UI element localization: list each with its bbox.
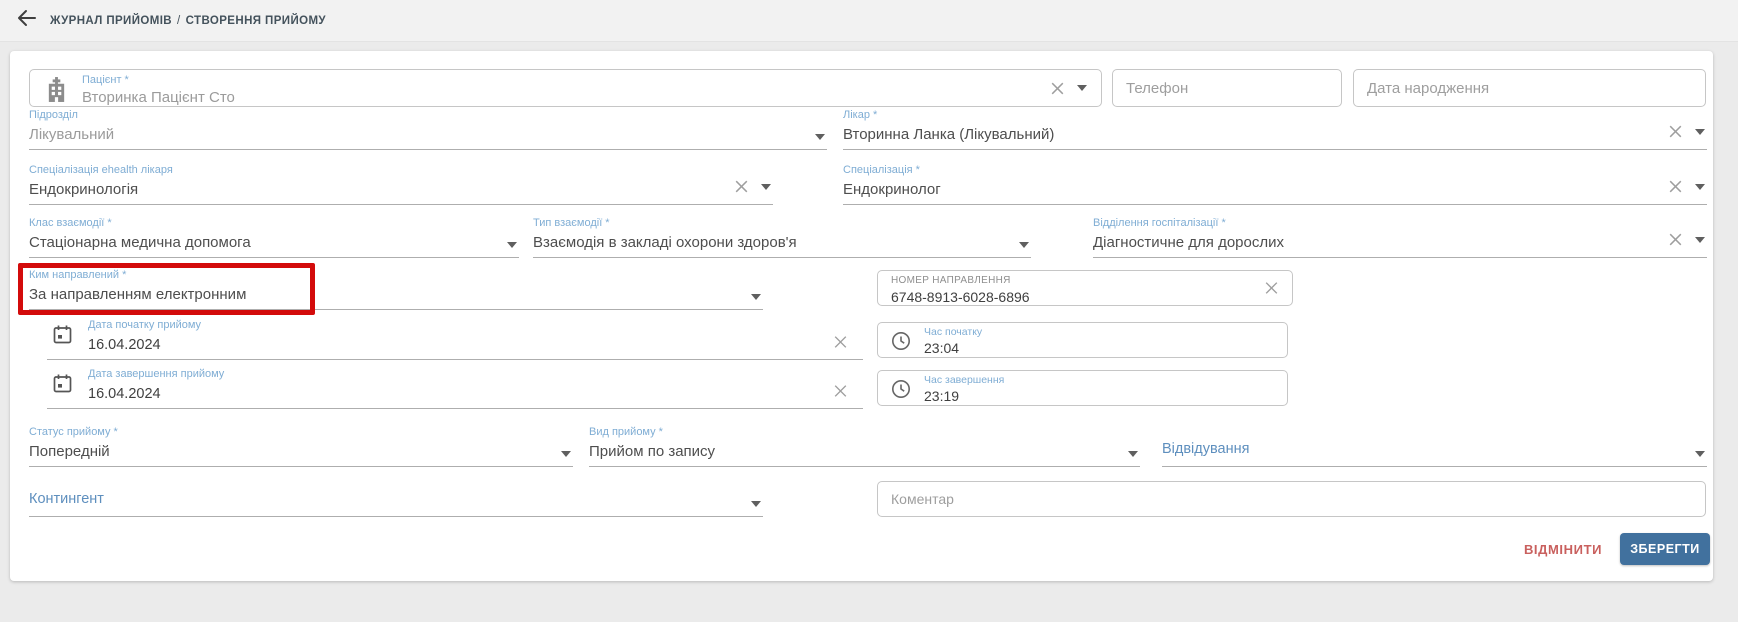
patient-value: Вторинка Пацієнт Сто bbox=[82, 88, 235, 108]
status-field[interactable]: Статус прийому * Попередній bbox=[29, 426, 573, 467]
start-time-value: 23:04 bbox=[924, 340, 982, 357]
hospitalization-unit-dropdown-arrow-icon[interactable] bbox=[1695, 237, 1705, 243]
interaction-class-dropdown-arrow-icon[interactable] bbox=[507, 242, 517, 248]
back-button[interactable] bbox=[14, 8, 40, 34]
interaction-type-label: Тип взаємодії * bbox=[533, 217, 1031, 230]
doctor-clear-icon[interactable] bbox=[1667, 123, 1684, 140]
end-date-label: Дата завершення прийому bbox=[88, 368, 863, 381]
breadcrumb: ЖУРНАЛ ПРИЙОМІВ / СТВОРЕННЯ ПРИЙОМУ bbox=[50, 15, 326, 27]
clock-icon bbox=[890, 378, 912, 405]
patient-field[interactable]: Пацієнт * Вторинка Пацієнт Сто bbox=[29, 69, 1102, 107]
specialization-dropdown-arrow-icon[interactable] bbox=[1695, 184, 1705, 190]
ehealth-specialization-clear-icon[interactable] bbox=[733, 178, 750, 195]
attendance-label: Відвідування bbox=[1162, 439, 1249, 459]
visit-kind-value: Прийом по запису bbox=[589, 442, 1140, 462]
attendance-dropdown-arrow-icon[interactable] bbox=[1695, 451, 1705, 457]
interaction-type-field[interactable]: Тип взаємодії * Взаємодія в закладі охор… bbox=[533, 217, 1031, 258]
ehealth-specialization-label: Спеціалізація ehealth лікаря bbox=[29, 164, 773, 177]
start-time-field[interactable]: Час початку 23:04 bbox=[877, 322, 1288, 358]
referral-number-clear-icon[interactable] bbox=[1263, 280, 1280, 297]
create-appointment-card: Пацієнт * Вторинка Пацієнт Сто Підрозділ… bbox=[10, 51, 1713, 581]
contingent-dropdown-arrow-icon[interactable] bbox=[751, 501, 761, 507]
doctor-label: Лікар * bbox=[843, 109, 1707, 122]
department-dropdown-arrow-icon[interactable] bbox=[815, 134, 825, 140]
status-label: Статус прийому * bbox=[29, 426, 573, 439]
patient-clear-icon[interactable] bbox=[1049, 80, 1066, 97]
interaction-type-dropdown-arrow-icon[interactable] bbox=[1019, 242, 1029, 248]
ehealth-specialization-field[interactable]: Спеціалізація ehealth лікаря Ендокриноло… bbox=[29, 164, 773, 205]
breadcrumb-separator: / bbox=[177, 15, 181, 27]
specialization-label: Спеціалізація * bbox=[843, 164, 1707, 177]
start-date-label: Дата початку прийому bbox=[88, 319, 863, 332]
referred-by-label: Ким направлений * bbox=[29, 269, 763, 282]
hospital-building-icon bbox=[45, 76, 68, 108]
start-date-field[interactable]: Дата початку прийому 16.04.2024 bbox=[47, 319, 863, 360]
phone-input[interactable] bbox=[1113, 70, 1341, 106]
back-arrow-icon bbox=[15, 6, 39, 35]
contingent-label: Контингент bbox=[29, 489, 104, 509]
hospitalization-unit-label: Відділення госпіталізації * bbox=[1093, 217, 1707, 230]
end-date-clear-icon[interactable] bbox=[832, 382, 849, 399]
contingent-field[interactable]: Контингент bbox=[29, 476, 763, 517]
comment-input[interactable] bbox=[878, 482, 1705, 516]
interaction-type-value: Взаємодія в закладі охорони здоров'я bbox=[533, 233, 1031, 253]
doctor-dropdown-arrow-icon[interactable] bbox=[1695, 129, 1705, 135]
referred-by-field[interactable]: Ким направлений * За направленням електр… bbox=[29, 269, 763, 310]
department-label: Підрозділ bbox=[29, 109, 827, 122]
interaction-class-value: Стаціонарна медична допомога bbox=[29, 233, 519, 253]
birth-date-field-box bbox=[1353, 69, 1706, 107]
phone-field-box bbox=[1112, 69, 1342, 107]
breadcrumb-journal-link[interactable]: ЖУРНАЛ ПРИЙОМІВ bbox=[50, 15, 172, 27]
top-bar: ЖУРНАЛ ПРИЙОМІВ / СТВОРЕННЯ ПРИЙОМУ bbox=[0, 0, 1738, 42]
ehealth-specialization-value: Ендокринологія bbox=[29, 180, 773, 200]
patient-dropdown-arrow-icon[interactable] bbox=[1077, 85, 1087, 91]
doctor-value: Вторинна Ланка (Лікувальний) bbox=[843, 125, 1707, 145]
start-time-label: Час початку bbox=[924, 326, 982, 338]
calendar-icon bbox=[52, 373, 73, 399]
visit-kind-dropdown-arrow-icon[interactable] bbox=[1128, 451, 1138, 457]
status-value: Попередній bbox=[29, 442, 573, 462]
department-value: Лікувальний bbox=[29, 125, 827, 145]
status-dropdown-arrow-icon[interactable] bbox=[561, 451, 571, 457]
doctor-field[interactable]: Лікар * Вторинна Ланка (Лікувальний) bbox=[843, 109, 1707, 150]
patient-label: Пацієнт * bbox=[82, 74, 235, 87]
end-date-value: 16.04.2024 bbox=[88, 384, 863, 404]
start-date-value: 16.04.2024 bbox=[88, 335, 863, 355]
referred-by-value: За направленням електронним bbox=[29, 285, 763, 305]
specialization-value: Ендокринолог bbox=[843, 180, 1707, 200]
hospitalization-unit-field[interactable]: Відділення госпіталізації * Діагностичне… bbox=[1093, 217, 1707, 258]
start-date-clear-icon[interactable] bbox=[832, 333, 849, 350]
hospitalization-unit-clear-icon[interactable] bbox=[1667, 231, 1684, 248]
save-button[interactable]: ЗБЕРЕГТИ bbox=[1620, 533, 1710, 565]
interaction-class-field[interactable]: Клас взаємодії * Стаціонарна медична доп… bbox=[29, 217, 519, 258]
referral-number-label: НОМЕР НАПРАВЛЕННЯ bbox=[891, 275, 1030, 287]
end-time-label: Час завершення bbox=[924, 374, 1004, 386]
referred-by-dropdown-arrow-icon[interactable] bbox=[751, 294, 761, 300]
visit-kind-label: Вид прийому * bbox=[589, 426, 1140, 439]
department-field[interactable]: Підрозділ Лікувальний bbox=[29, 109, 827, 150]
visit-kind-field[interactable]: Вид прийому * Прийом по запису bbox=[589, 426, 1140, 467]
birth-date-input[interactable] bbox=[1354, 70, 1705, 106]
calendar-icon bbox=[52, 324, 73, 350]
referral-number-value: 6748-8913-6028-6896 bbox=[891, 289, 1030, 306]
specialization-field[interactable]: Спеціалізація * Ендокринолог bbox=[843, 164, 1707, 205]
comment-field-box bbox=[877, 481, 1706, 517]
end-time-field[interactable]: Час завершення 23:19 bbox=[877, 370, 1288, 406]
referral-number-field[interactable]: НОМЕР НАПРАВЛЕННЯ 6748-8913-6028-6896 bbox=[877, 270, 1293, 306]
ehealth-specialization-dropdown-arrow-icon[interactable] bbox=[761, 184, 771, 190]
cancel-button[interactable]: ВІДМІНИТИ bbox=[1508, 533, 1618, 565]
interaction-class-label: Клас взаємодії * bbox=[29, 217, 519, 230]
hospitalization-unit-value: Діагностичне для дорослих bbox=[1093, 233, 1707, 253]
breadcrumb-current: СТВОРЕННЯ ПРИЙОМУ bbox=[186, 15, 326, 27]
end-time-value: 23:19 bbox=[924, 388, 1004, 405]
end-date-field[interactable]: Дата завершення прийому 16.04.2024 bbox=[47, 368, 863, 409]
clock-icon bbox=[890, 330, 912, 357]
attendance-field[interactable]: Відвідування bbox=[1162, 426, 1707, 467]
specialization-clear-icon[interactable] bbox=[1667, 178, 1684, 195]
